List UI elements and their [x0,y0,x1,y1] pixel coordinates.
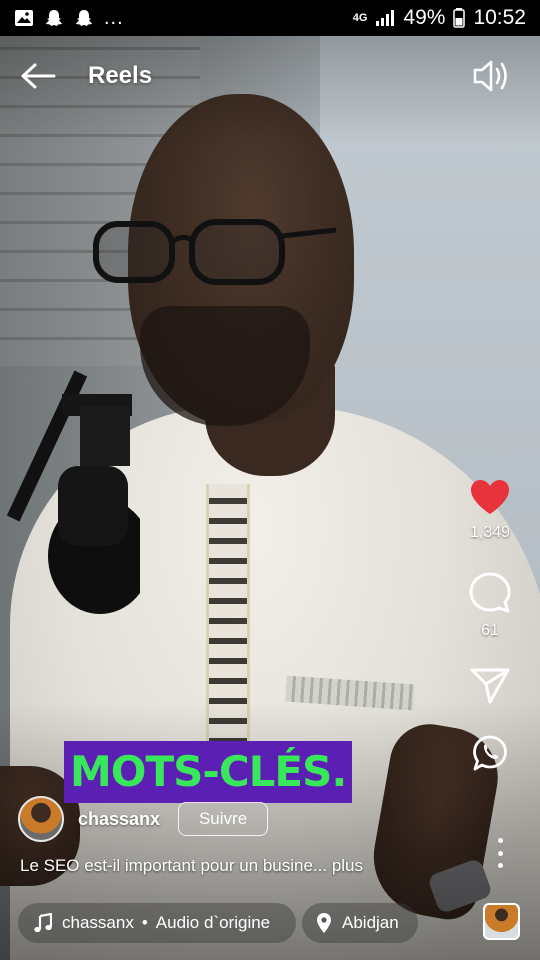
more-vertical-icon-dot [497,863,503,868]
speaker-icon [473,60,507,92]
caption-overlay-text: MOTS-CLÉS. [70,747,347,796]
back-button[interactable] [20,50,80,102]
audio-separator: • [141,913,148,932]
glasses-shape [93,219,337,285]
audio-thumbnail[interactable] [483,903,520,940]
whatsapp-share-button[interactable] [471,734,509,772]
image-icon [15,10,33,26]
signal-icon [376,10,395,26]
location-pill[interactable]: Abidjan [302,903,418,943]
author-row: chassanx Suivre [18,796,269,842]
status-bar-system: 4G 49% 10:52 [353,6,526,30]
more-vertical-icon [497,838,503,843]
heart-icon [471,480,509,514]
comment-icon [469,572,511,613]
snapchat-icon [76,10,92,26]
audio-label: Audio d`origine [155,913,271,932]
comment-count: 61 [481,622,499,639]
page-title: Reels [88,62,153,89]
comment-button[interactable]: 61 [469,572,511,640]
notification-overflow: ... [104,7,124,29]
send-icon [470,668,510,704]
status-bar-notifications: ... [14,8,124,28]
sound-toggle-button[interactable] [464,50,518,102]
microphone-shape [6,370,140,614]
status-bar: ... 4G 49% 10:52 [0,0,540,36]
follow-button[interactable]: Suivre [178,802,269,836]
audio-pill[interactable]: chassanx • Audio d`origine [18,903,296,943]
snapchat-icon [46,10,62,26]
music-note-icon [34,913,52,933]
like-button[interactable]: 1,349 [469,478,511,542]
video-caption-overlay: MOTS-CLÉS. [64,741,353,803]
like-count: 1,349 [469,524,511,541]
clock: 10:52 [473,6,526,29]
battery-percent: 49% [403,6,446,29]
location-pin-icon [317,913,331,933]
arrow-left-icon [21,63,56,89]
audio-artist: chassanx [62,913,134,932]
author-username[interactable]: chassanx [78,809,160,830]
reel-actions: 1,349 61 [454,478,526,772]
network-type: 4G [352,12,368,24]
battery-icon [453,8,466,28]
reels-header: Reels [0,50,540,102]
whatsapp-icon [473,735,507,771]
location-label: Abidjan [342,913,399,932]
avatar[interactable] [18,796,64,842]
share-button[interactable] [470,666,510,704]
more-vertical-icon-dot [497,850,503,856]
reel-caption[interactable]: Le SEO est-il important pour un busine..… [20,856,363,876]
more-options-button[interactable] [492,838,508,868]
